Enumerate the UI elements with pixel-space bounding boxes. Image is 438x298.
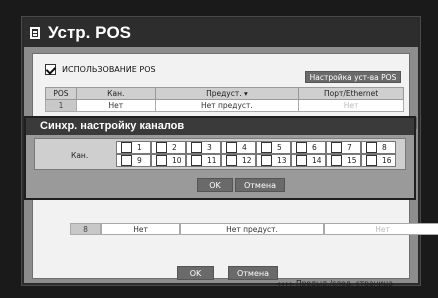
- channel-number: 12: [242, 156, 252, 165]
- channel-label: Кан.: [71, 151, 89, 160]
- cancel-button[interactable]: Отмена: [228, 266, 278, 280]
- channel-checkbox[interactable]: [121, 142, 132, 153]
- channel-checkbox[interactable]: [296, 142, 307, 153]
- channel-option[interactable]: 8: [361, 141, 396, 154]
- channel-sync-dialog: Синхр. настройку каналов Кан. 1 2 3 4 5 …: [24, 116, 416, 200]
- channel-checkbox[interactable]: [121, 155, 132, 166]
- channel-checkbox[interactable]: [191, 155, 202, 166]
- channel-selector: Кан. 1 2 3 4 5 6 7 8 9 10 11 12 13 14 15…: [34, 138, 406, 170]
- channel-option[interactable]: 6: [291, 141, 326, 154]
- title-bar: Устр. POS: [24, 19, 418, 47]
- channel-checkbox[interactable]: [226, 155, 237, 166]
- channel-number: 8: [382, 143, 387, 152]
- channel-number: 5: [277, 143, 282, 152]
- channel-option[interactable]: 16: [361, 154, 396, 167]
- channel-option[interactable]: 14: [291, 154, 326, 167]
- channel-checkbox[interactable]: [296, 155, 307, 166]
- dialog-title: Синхр. настройку каналов: [26, 118, 414, 135]
- channel-number: 2: [172, 143, 177, 152]
- use-pos-checkbox[interactable]: [45, 64, 56, 75]
- channel-option[interactable]: 13: [256, 154, 291, 167]
- channel-number: 13: [277, 156, 287, 165]
- channel-number: 15: [347, 156, 357, 165]
- pos-device-setup-button[interactable]: Настройка уст-ва POS: [305, 71, 401, 83]
- column-header-preset[interactable]: Предуст. ▾: [154, 87, 300, 100]
- channel-checkbox[interactable]: [156, 155, 167, 166]
- dialog-cancel-button[interactable]: Отмена: [235, 178, 285, 192]
- channel-option[interactable]: 7: [326, 141, 361, 154]
- channel-option[interactable]: 3: [186, 141, 221, 154]
- channel-checkbox[interactable]: [331, 155, 342, 166]
- channel-option[interactable]: 5: [256, 141, 291, 154]
- use-pos-label: ИСПОЛЬЗОВАНИЕ POS: [62, 65, 156, 74]
- ok-button[interactable]: OK: [177, 266, 214, 280]
- use-pos-row[interactable]: ИСПОЛЬЗОВАНИЕ POS: [45, 64, 156, 75]
- channel-checkbox[interactable]: [331, 142, 342, 153]
- pos-number: 8: [70, 223, 101, 235]
- column-header-port: Порт/Ethernet: [298, 87, 404, 100]
- channel-cell[interactable]: Нет: [101, 223, 180, 235]
- screen: Устр. POS ИСПОЛЬЗОВАНИЕ POS Настройка ус…: [0, 0, 438, 298]
- channel-number: 16: [382, 156, 392, 165]
- channel-number: 7: [347, 143, 352, 152]
- channel-checkbox[interactable]: [261, 142, 272, 153]
- channel-option[interactable]: 10: [151, 154, 186, 167]
- channel-number: 6: [312, 143, 317, 152]
- channel-option[interactable]: 2: [151, 141, 186, 154]
- channel-cell[interactable]: Нет: [75, 99, 156, 112]
- column-header-pos: POS: [45, 87, 77, 100]
- document-icon: [30, 27, 40, 39]
- channel-option[interactable]: 9: [116, 154, 151, 167]
- column-header-channel: Кан.: [75, 87, 156, 100]
- port-cell[interactable]: Нет: [298, 99, 404, 112]
- table-row[interactable]: 8 Нет Нет предуст. Нет: [70, 223, 438, 235]
- page-title: Устр. POS: [48, 23, 132, 42]
- channel-checkbox[interactable]: [366, 142, 377, 153]
- channel-number: 4: [242, 143, 247, 152]
- dialog-ok-button[interactable]: OK: [197, 178, 233, 192]
- channel-checkbox[interactable]: [261, 155, 272, 166]
- channel-number: 14: [312, 156, 322, 165]
- channel-number: 9: [137, 156, 142, 165]
- port-cell[interactable]: Нет: [324, 223, 438, 235]
- channel-option[interactable]: 4: [221, 141, 256, 154]
- channel-number: 1: [137, 143, 142, 152]
- channel-checkbox[interactable]: [226, 142, 237, 153]
- channel-checkbox[interactable]: [156, 142, 167, 153]
- channel-option[interactable]: 11: [186, 154, 221, 167]
- channel-checkbox[interactable]: [191, 142, 202, 153]
- pos-table: POS Кан. Предуст. ▾ Порт/Ethernet 1 Нет …: [45, 87, 404, 112]
- channel-number: 11: [207, 156, 217, 165]
- page-navigation[interactable]: ◂◂ ▸▸ Предыд./след. страница: [276, 279, 393, 288]
- preset-cell[interactable]: Нет предуст.: [180, 223, 324, 235]
- channel-option[interactable]: 1: [116, 141, 151, 154]
- channel-option[interactable]: 15: [326, 154, 361, 167]
- channel-number: 10: [172, 156, 182, 165]
- channel-option[interactable]: 12: [221, 154, 256, 167]
- table-row[interactable]: 1 Нет Нет предуст. Нет: [45, 99, 404, 112]
- preset-cell[interactable]: Нет предуст.: [154, 99, 300, 112]
- channel-checkbox[interactable]: [366, 155, 377, 166]
- pos-number: 1: [45, 99, 77, 112]
- channel-number: 3: [207, 143, 212, 152]
- channel-grid: 1 2 3 4 5 6 7 8 9 10 11 12 13 14 15 16: [116, 141, 396, 167]
